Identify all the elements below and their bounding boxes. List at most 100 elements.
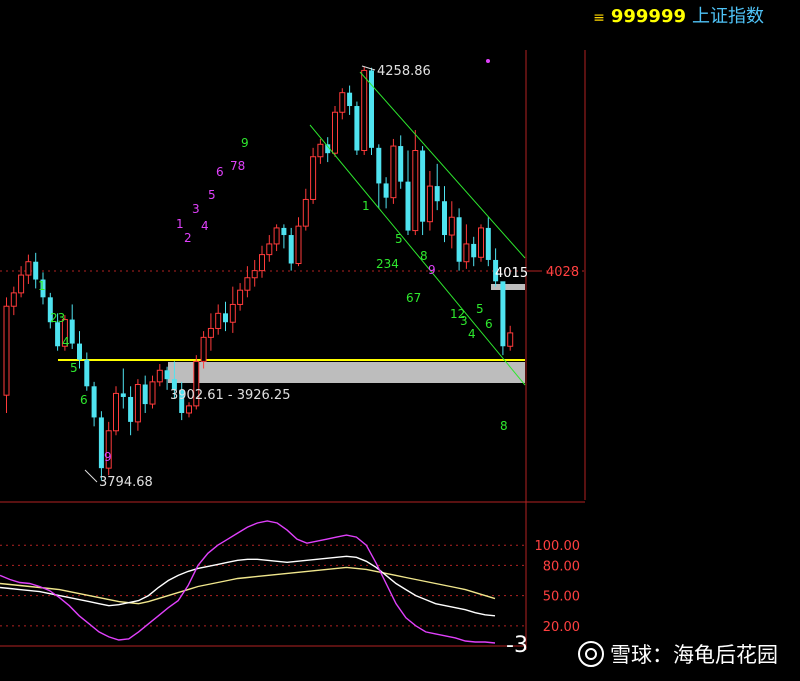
chart-grid bbox=[0, 50, 586, 650]
candle-body bbox=[215, 312, 222, 329]
candle-body bbox=[420, 150, 426, 222]
sequence-count-label: 5 bbox=[395, 232, 403, 246]
candle-body bbox=[266, 243, 273, 256]
candle-body bbox=[142, 384, 148, 405]
sequence-count-label: 2 bbox=[184, 231, 192, 245]
snowball-logo-icon bbox=[578, 641, 604, 667]
watermark: 雪球：海龟后花园 bbox=[578, 639, 778, 669]
sequence-count-label: 234 bbox=[376, 257, 399, 271]
sequence-count-label: 5 bbox=[476, 302, 484, 316]
candle-body bbox=[456, 217, 462, 262]
menu-icon[interactable]: ≡ bbox=[593, 10, 605, 26]
oscillator-level-label: 100.00 bbox=[535, 539, 581, 554]
candle-body bbox=[332, 111, 338, 154]
sequence-count-label: 5 bbox=[208, 188, 216, 202]
candle-body bbox=[259, 254, 265, 272]
candle-body bbox=[288, 235, 294, 264]
candle-body bbox=[186, 405, 192, 414]
candle-body bbox=[471, 243, 477, 258]
candle-body bbox=[426, 185, 433, 223]
oscillator-level-label: 50.00 bbox=[543, 590, 580, 605]
candle-body bbox=[120, 393, 126, 397]
oscillator-level-label: 80.00 bbox=[543, 559, 580, 574]
candle-body bbox=[376, 147, 382, 184]
sequence-count-label: 3 bbox=[192, 202, 200, 216]
candle-body bbox=[200, 336, 207, 362]
candle-body bbox=[500, 281, 506, 347]
last-price-marker: 4015 bbox=[495, 266, 528, 281]
sequence-count-label: 6 bbox=[216, 165, 224, 179]
sequence-count-label: 1 bbox=[38, 279, 46, 293]
candle-body bbox=[229, 303, 236, 323]
candle-body bbox=[18, 274, 25, 294]
candle-body bbox=[281, 227, 287, 236]
oscillator-level-label: 20.00 bbox=[543, 620, 580, 635]
candle-body bbox=[302, 198, 309, 227]
chart-canvas[interactable]: 1234569123456 7891523489671234568 100.008… bbox=[0, 0, 800, 681]
sequence-count-label: 8 bbox=[500, 419, 508, 433]
candle-body bbox=[463, 243, 470, 263]
candle-body bbox=[398, 146, 404, 182]
candle-body bbox=[273, 227, 280, 245]
marker-dot bbox=[486, 59, 490, 63]
candle-body bbox=[69, 319, 75, 344]
symbol-header[interactable]: ≡ 999999 上证指数 bbox=[593, 2, 764, 28]
candle-body bbox=[3, 305, 10, 396]
candle-body bbox=[207, 327, 214, 338]
sequence-count-label: 1 bbox=[176, 217, 184, 231]
candle-body bbox=[405, 181, 411, 231]
candle-body bbox=[244, 277, 251, 291]
sequence-count-label: 9 bbox=[104, 450, 112, 464]
oscillator-value-label: -3 bbox=[506, 633, 528, 658]
candle-body bbox=[10, 292, 17, 307]
candle-body bbox=[237, 289, 244, 305]
candle-body bbox=[412, 150, 419, 232]
candle-body bbox=[310, 156, 317, 200]
sequence-count-label: 5 bbox=[70, 361, 78, 375]
candle-body bbox=[77, 343, 82, 360]
oscillator-panel: 100.00 80.00 50.00 20.00 bbox=[0, 520, 581, 644]
candle-body bbox=[485, 227, 491, 260]
candle-body bbox=[390, 145, 397, 199]
candle-body bbox=[442, 201, 447, 236]
candle-body bbox=[369, 70, 374, 148]
sequence-count-label: 8 bbox=[420, 249, 428, 263]
candle-body bbox=[164, 370, 170, 380]
oscillator-magenta-line bbox=[0, 520, 496, 644]
sequence-count-label: 9 bbox=[428, 263, 436, 277]
sequence-count-label: 9 bbox=[241, 136, 249, 150]
candlestick-series bbox=[3, 66, 514, 481]
sequence-count-label: 23 bbox=[50, 311, 65, 325]
candle-body bbox=[25, 261, 32, 276]
candle-body bbox=[434, 186, 440, 202]
zone-band bbox=[168, 362, 525, 383]
candle-body bbox=[383, 183, 389, 198]
candle-body bbox=[113, 392, 119, 432]
sequence-count-label: 4 bbox=[201, 219, 209, 233]
candle-body bbox=[361, 69, 368, 152]
candle-body bbox=[91, 386, 97, 418]
candle-body bbox=[317, 143, 324, 158]
sequence-count-label: 4 bbox=[62, 335, 70, 349]
candle-body bbox=[478, 227, 484, 258]
sequence-count-label: 3 bbox=[460, 314, 468, 328]
candle-body bbox=[33, 261, 39, 280]
candle-body bbox=[128, 396, 134, 422]
sequence-count-label: 6 bbox=[485, 317, 493, 331]
candle-body bbox=[156, 369, 163, 383]
watermark-text: 雪球：海龟后花园 bbox=[610, 643, 778, 667]
support-zone bbox=[58, 284, 525, 383]
candle-body bbox=[295, 225, 302, 265]
low-price-label: 3794.68 bbox=[99, 475, 153, 490]
sequence-count-label: 4 bbox=[468, 327, 476, 341]
candle-body bbox=[134, 384, 141, 423]
symbol-code: 999999 bbox=[610, 6, 686, 27]
candle-body bbox=[507, 332, 514, 347]
high-price-label: 4258.86 bbox=[377, 64, 431, 79]
sequence-count-label: 6 bbox=[80, 393, 88, 407]
candle-body bbox=[251, 270, 258, 279]
candle-body bbox=[55, 322, 61, 347]
axis-level-label: 4028 bbox=[546, 265, 579, 280]
candle-body bbox=[354, 106, 360, 151]
candle-body bbox=[149, 381, 156, 405]
